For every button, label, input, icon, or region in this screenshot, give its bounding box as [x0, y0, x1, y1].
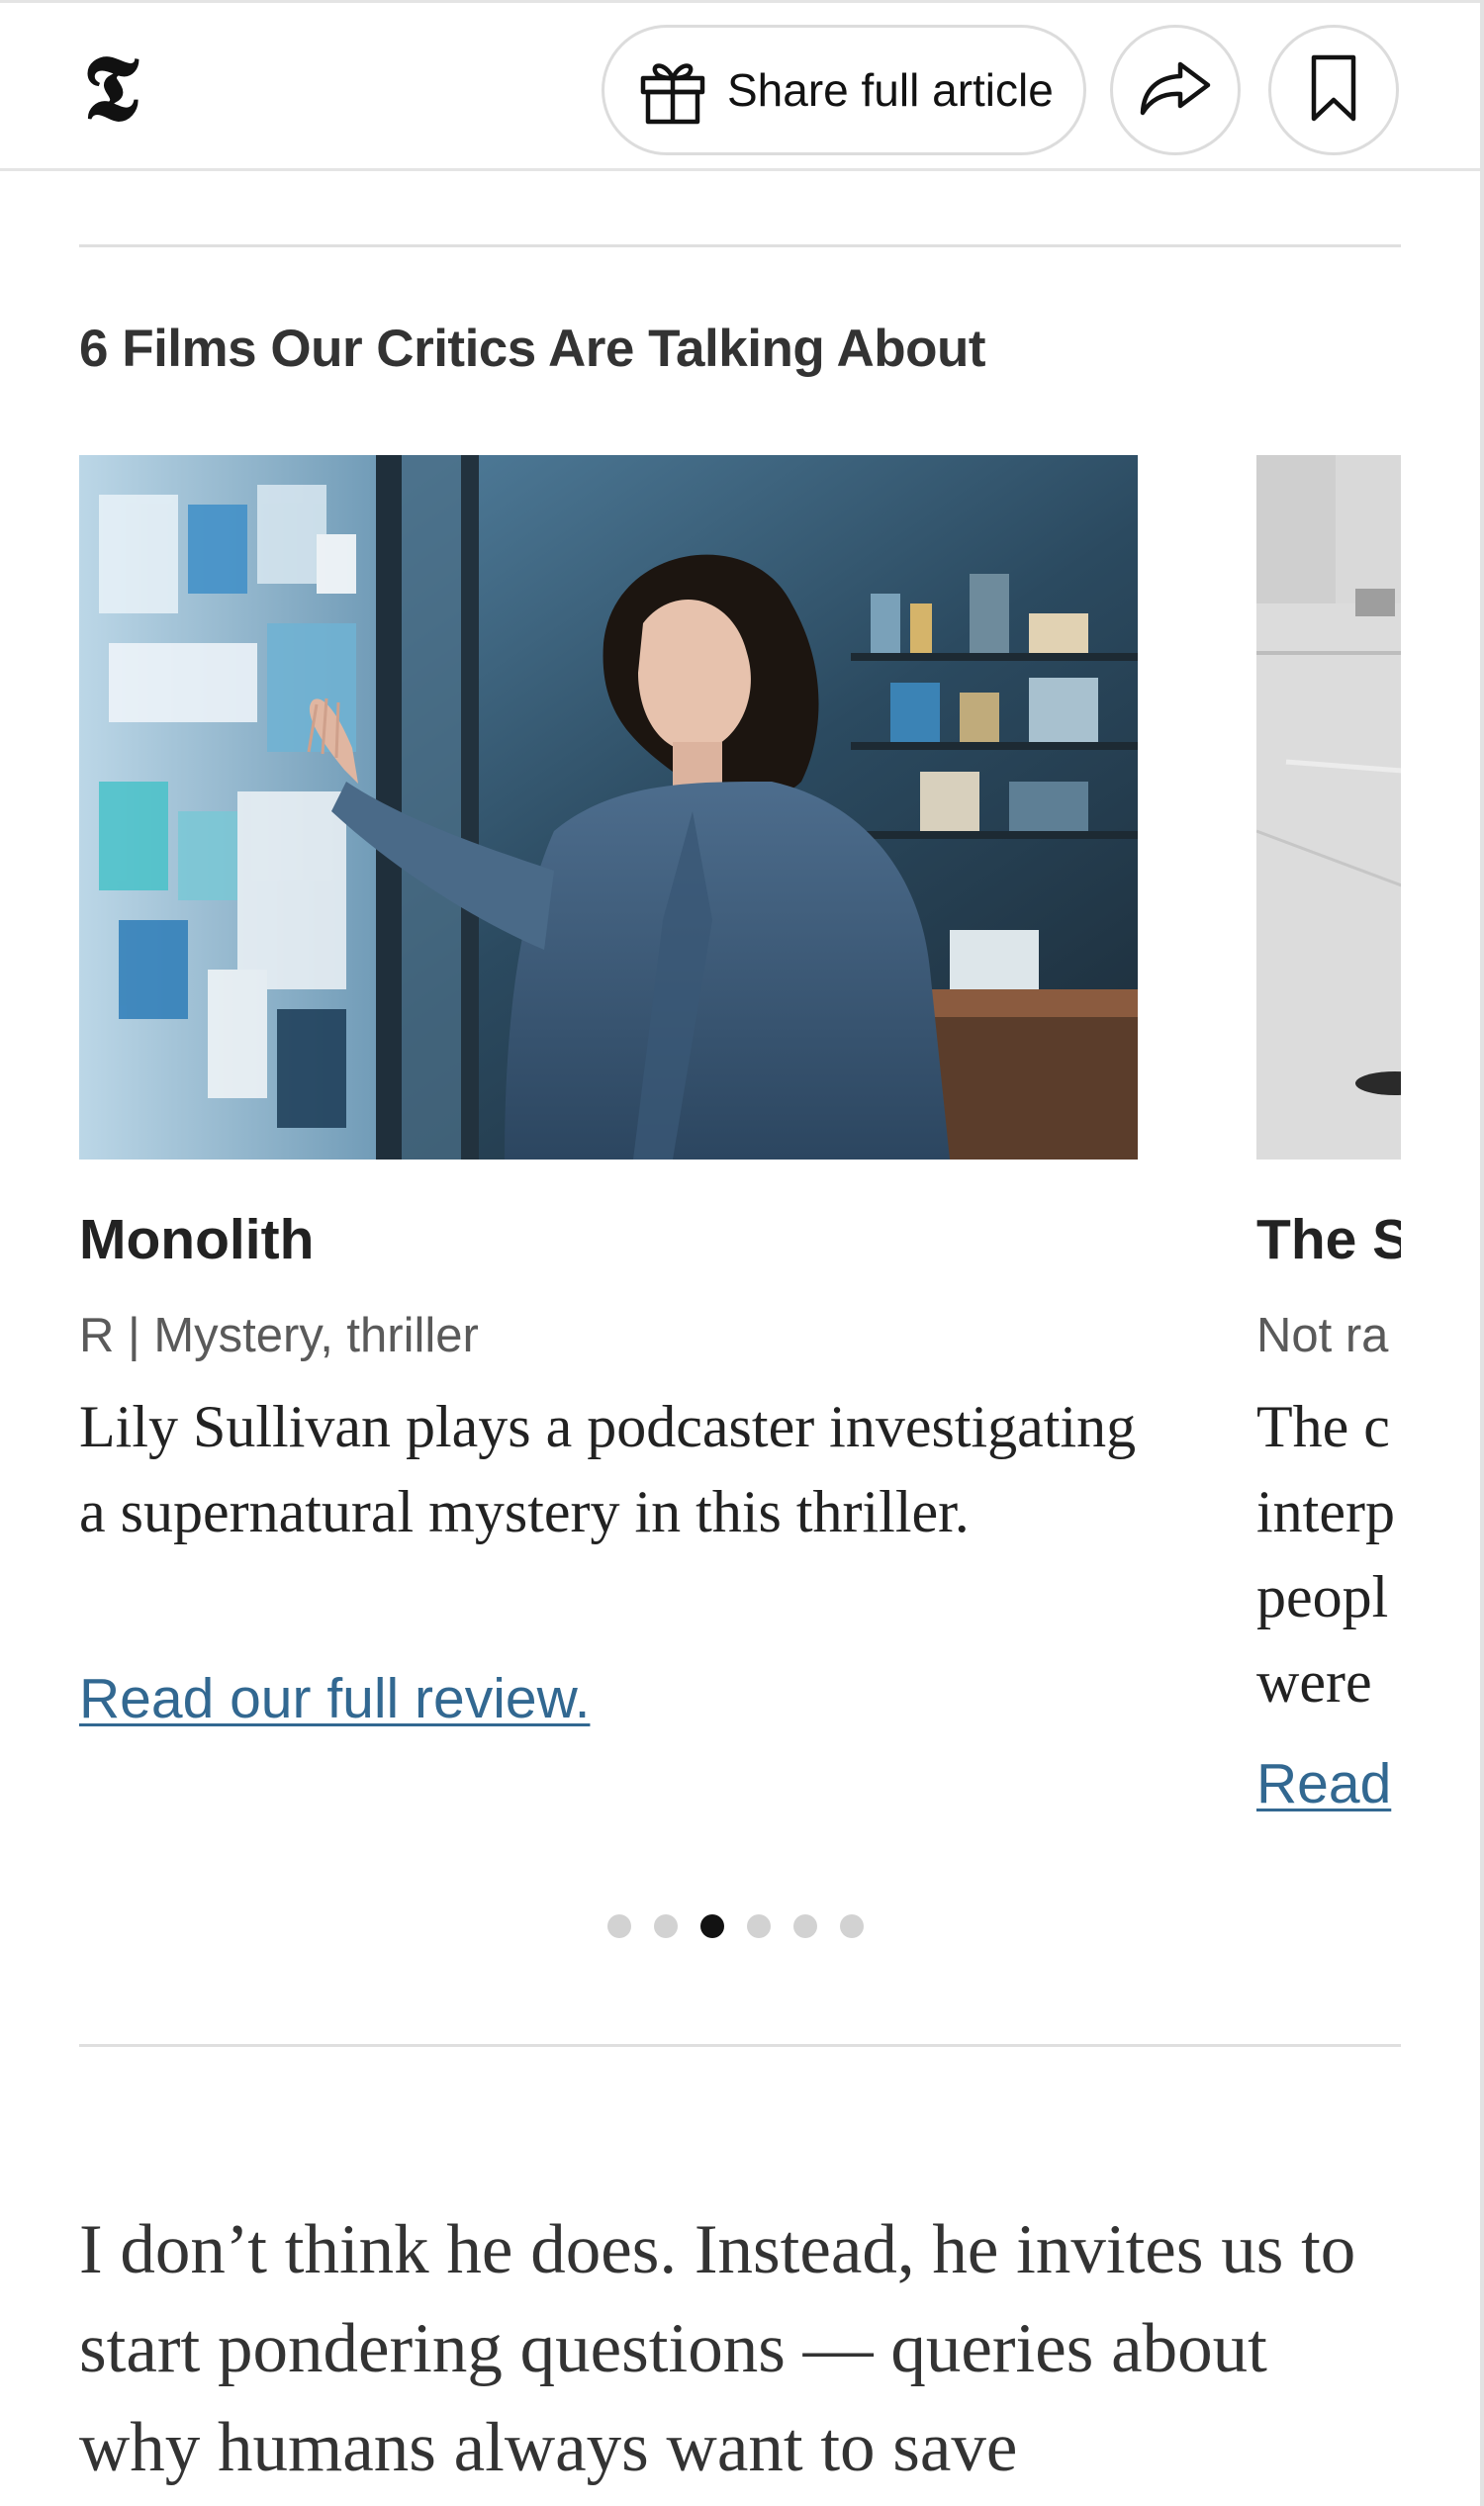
carousel-dot[interactable] [607, 1914, 631, 1938]
bookmark-button[interactable] [1268, 25, 1399, 155]
carousel-heading: 6 Films Our Critics Are Talking About [79, 320, 986, 378]
carousel-pagination [607, 1913, 864, 1939]
film-still-image[interactable] [1256, 455, 1401, 1160]
share-arrow-icon [1137, 58, 1214, 123]
film-title: The S [1256, 1208, 1401, 1271]
film-description-line: interp [1256, 1479, 1395, 1544]
section-divider-bottom [79, 2044, 1401, 2047]
section-divider-top [79, 244, 1401, 247]
share-full-article-button[interactable]: Share full article [602, 25, 1086, 155]
page-edge [1480, 0, 1484, 2506]
read-full-review-link[interactable]: Read [1256, 1751, 1391, 1816]
carousel-dot[interactable] [840, 1914, 864, 1938]
film-still-image[interactable] [79, 455, 1138, 1160]
film-description: The c interp peopl were [1256, 1384, 1401, 1724]
carousel-dot[interactable] [793, 1914, 817, 1938]
film-card: The S Not ra The c interp peopl were Rea… [1256, 455, 1401, 1815]
film-carousel[interactable]: Monolith R | Mystery, thriller Lily Sull… [79, 455, 1401, 1840]
film-rating-genre: R | Mystery, thriller [79, 1309, 479, 1362]
gift-icon [634, 51, 711, 129]
top-bar: 𝕿 Share full article [0, 0, 1480, 171]
nyt-logo[interactable]: 𝕿 [75, 41, 146, 136]
film-title: Monolith [79, 1208, 315, 1271]
film-description: Lily Sullivan plays a podcaster investig… [79, 1394, 1137, 1544]
share-full-article-label: Share full article [727, 64, 1054, 116]
film-rating-genre: Not ra [1256, 1309, 1389, 1362]
carousel-dot-active[interactable] [700, 1914, 724, 1938]
read-full-review-link[interactable]: Read our full review. [79, 1666, 590, 1731]
film-description-line: peopl [1256, 1564, 1389, 1629]
share-button[interactable] [1110, 25, 1241, 155]
carousel-dot[interactable] [747, 1914, 771, 1938]
film-description-line: The c [1256, 1394, 1390, 1459]
carousel-dot[interactable] [654, 1914, 678, 1938]
film-description-line: were [1256, 1649, 1372, 1715]
article-page: 𝕿 Share full article 6 Films Our Critics… [0, 0, 1484, 2506]
film-card: Monolith R | Mystery, thriller Lily Sull… [79, 455, 1138, 1730]
bookmark-icon [1308, 53, 1359, 128]
article-paragraph: I don’t think he does. Instead, he invit… [79, 2211, 1356, 2486]
